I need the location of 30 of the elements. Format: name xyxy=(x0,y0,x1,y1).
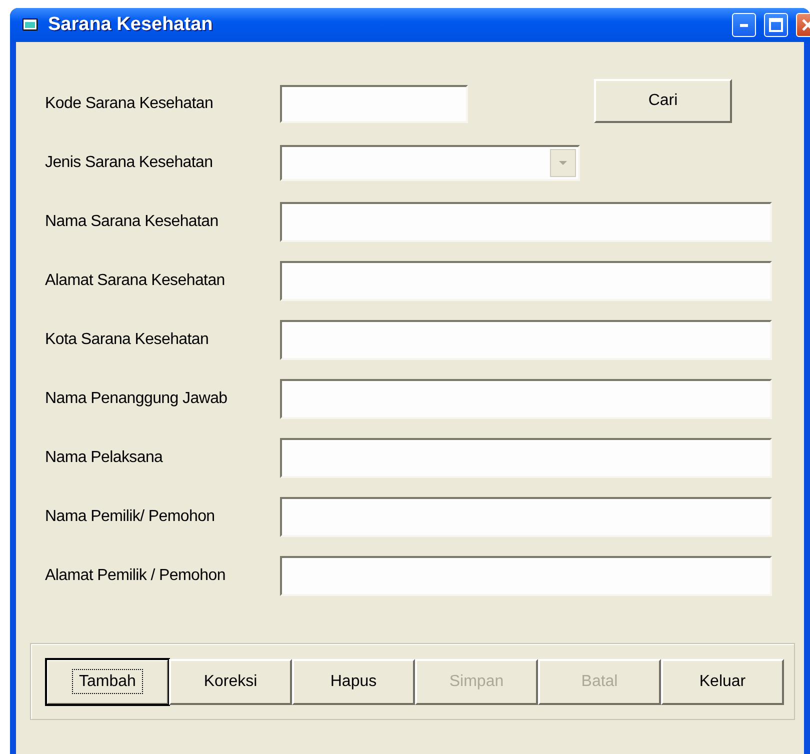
app-icon xyxy=(22,17,40,33)
search-button[interactable]: Cari xyxy=(594,78,732,122)
field-label: Nama Pemilik/ Pemohon xyxy=(45,508,216,526)
field-label: Jenis Sarana Kesehatan xyxy=(45,154,214,172)
field-label: Kode Sarana Kesehatan xyxy=(45,94,214,112)
input-field[interactable] xyxy=(280,438,772,478)
field-label: Nama Sarana Kesehatan xyxy=(45,212,220,230)
input-field[interactable] xyxy=(280,84,468,122)
minimize-icon xyxy=(740,24,748,26)
action-button[interactable]: Hapus xyxy=(292,658,415,704)
field-label: Nama Pelaksana xyxy=(45,448,164,466)
input-field[interactable] xyxy=(280,556,772,596)
field-label: Alamat Pemilik / Pemohon xyxy=(45,566,226,584)
caret-icon xyxy=(558,160,568,166)
action-button[interactable]: Tambah xyxy=(46,658,169,704)
window-title: Sarana Kesehatan xyxy=(48,14,214,36)
action-button[interactable]: Keluar xyxy=(661,658,784,704)
input-field[interactable] xyxy=(280,320,772,360)
minimize-button[interactable] xyxy=(732,13,756,37)
maximize-button[interactable] xyxy=(764,13,788,37)
field-label: Alamat Sarana Kesehatan xyxy=(45,272,226,290)
field-label: Nama Penanggung Jawab xyxy=(45,390,228,408)
input-field[interactable] xyxy=(280,260,772,300)
dropdown-field[interactable] xyxy=(280,144,580,180)
input-field[interactable] xyxy=(280,378,772,418)
field-label: Kota Sarana Kesehatan xyxy=(45,330,210,348)
maximize-icon xyxy=(769,18,783,32)
input-field[interactable] xyxy=(280,202,772,242)
action-button[interactable]: Koreksi xyxy=(169,658,292,704)
input-field[interactable] xyxy=(280,496,772,536)
